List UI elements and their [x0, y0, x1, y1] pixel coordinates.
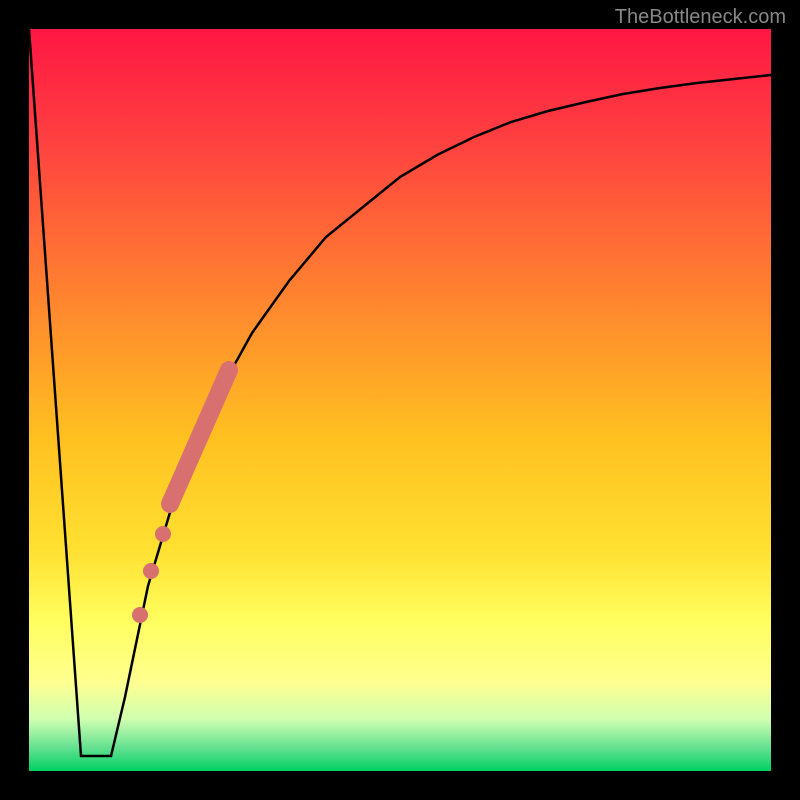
main-curve-line [29, 29, 771, 756]
highlight-dot-3 [132, 607, 148, 623]
highlight-dot-2 [143, 563, 159, 579]
plot-area [29, 29, 771, 771]
highlight-main-segment [170, 370, 229, 504]
chart-curve [29, 29, 771, 771]
watermark-text: TheBottleneck.com [615, 6, 786, 29]
highlight-dot-1 [155, 526, 171, 542]
